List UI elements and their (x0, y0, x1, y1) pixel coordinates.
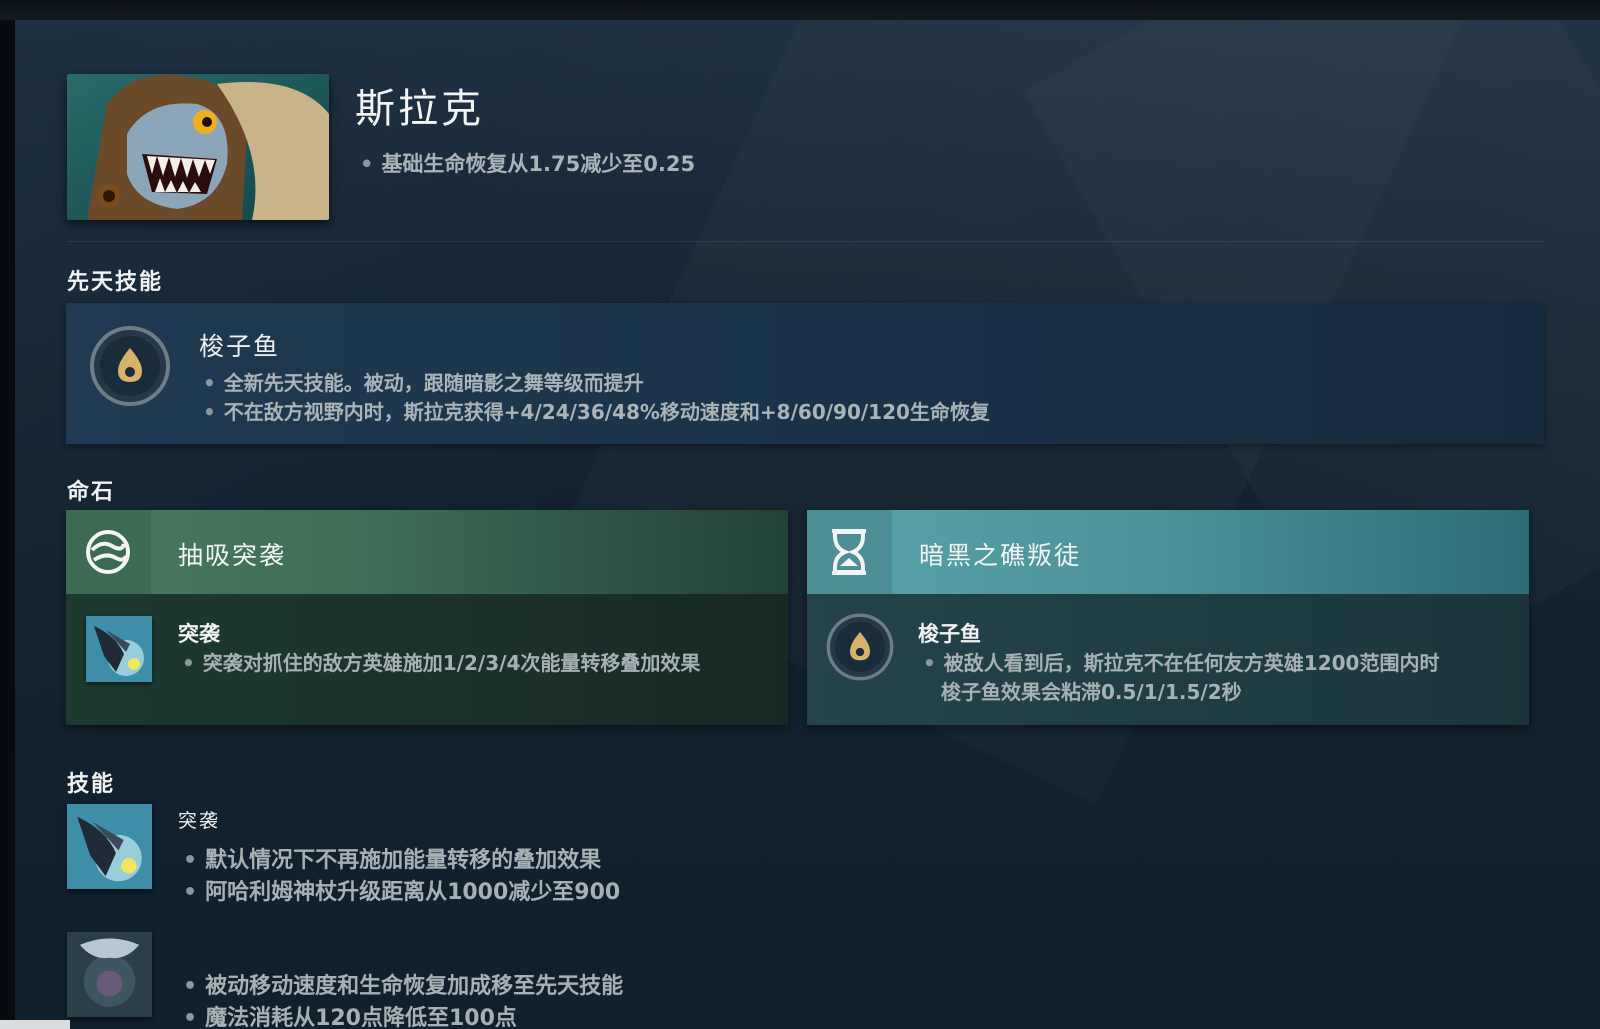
innate-note: 不在敌方视野内时，斯拉克获得+4/24/36/48%移动速度和+8/60/90/… (203, 396, 990, 425)
barracuda-icon (826, 613, 894, 681)
ability-icon (67, 932, 152, 1017)
facet-note: 突袭对抓住的敌方英雄施加1/2/3/4次能量转移叠加效果 (182, 647, 701, 676)
innate-note: 全新先天技能。被动，跟随暗影之舞等级而提升 (203, 367, 644, 396)
facet-icon-box (66, 510, 151, 594)
facet-card-header: 暗黑之礁叛徒 (807, 510, 1529, 594)
facet-title: 暗黑之礁叛徒 (919, 541, 1082, 570)
ability-note: 阿哈利姆神杖升级距离从1000减少至900 (183, 874, 620, 906)
divider (67, 241, 1545, 242)
facet-title: 抽吸突袭 (178, 541, 287, 570)
patch-notes-page: 斯拉克 基础生命恢复从1.75减少至0.25 先天技能 梭子鱼 全新先天技能。被… (15, 20, 1600, 1029)
facet-ability-name: 突袭 (178, 622, 220, 646)
hero-portrait (67, 74, 329, 220)
facet-note: 被敌人看到后，斯拉克不在任何友方英雄1200范围内时 (923, 647, 1440, 676)
section-title-facets: 命石 (67, 480, 116, 505)
top-bar (0, 0, 1600, 21)
hero-name: 斯拉克 (355, 86, 484, 132)
facet-card-body: 突袭 突袭对抓住的敌方英雄施加1/2/3/4次能量转移叠加效果 (66, 594, 788, 725)
corner-widget[interactable] (0, 1020, 70, 1029)
facet-ability-name: 梭子鱼 (918, 622, 981, 646)
hero-note: 基础生命恢复从1.75减少至0.25 (360, 148, 695, 178)
facet-card[interactable]: 抽吸突袭 突袭 突袭对抓住的敌方英雄施加1/2/3/4次能量转移叠加效果 (66, 510, 788, 725)
innate-panel: 梭子鱼 全新先天技能。被动，跟随暗影之舞等级而提升 不在敌方视野内时，斯拉克获得… (66, 303, 1544, 444)
swirl-icon (86, 530, 130, 574)
facet-icon-box (807, 510, 892, 594)
pounce-icon (67, 804, 152, 889)
innate-ability-name: 梭子鱼 (199, 332, 281, 361)
facet-note: 梭子鱼效果会粘滞0.5/1/1.5/2秒 (941, 680, 1242, 704)
facet-card-body: 梭子鱼 被敌人看到后，斯拉克不在任何友方英雄1200范围内时 梭子鱼效果会粘滞0… (807, 594, 1529, 725)
pounce-icon (86, 616, 152, 682)
ability-note: 默认情况下不再施加能量转移的叠加效果 (183, 842, 601, 874)
ability-note: 被动移动速度和生命恢复加成移至先天技能 (183, 968, 623, 1000)
facet-card[interactable]: 暗黑之礁叛徒 梭子鱼 被敌人看到后，斯拉克不在任何友方英雄1200范围内时 梭子… (807, 510, 1529, 725)
section-title-abilities: 技能 (67, 772, 116, 797)
barracuda-icon (90, 326, 170, 406)
left-edge (0, 20, 15, 1029)
hourglass-icon (832, 529, 866, 575)
ability-note: 魔法消耗从120点降低至100点 (183, 1000, 517, 1029)
section-title-innate: 先天技能 (67, 270, 164, 295)
facet-card-header: 抽吸突袭 (66, 510, 788, 594)
ability-name: 突袭 (178, 810, 221, 832)
